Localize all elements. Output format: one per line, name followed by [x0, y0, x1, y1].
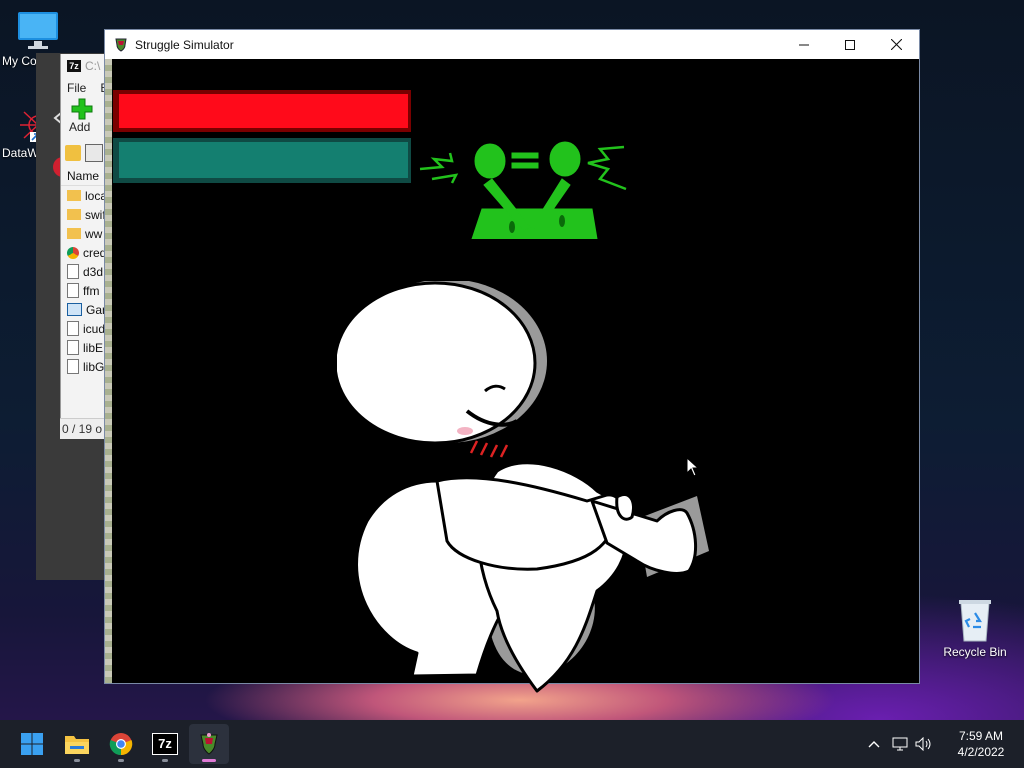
close-button[interactable] — [873, 30, 919, 59]
minimize-icon — [799, 44, 809, 45]
folder-icon — [67, 228, 81, 239]
stamina-bar — [113, 138, 411, 183]
network-icon — [892, 737, 908, 751]
stamina-bar-fill — [119, 142, 408, 178]
system-tray: 7:59 AM 4/2/2022 — [860, 720, 1024, 768]
file-icon — [67, 321, 79, 336]
show-hidden-icons-button[interactable] — [860, 740, 888, 748]
health-bar-fill — [119, 94, 408, 128]
file-name: ww — [85, 226, 103, 241]
recycle-bin-icon — [959, 600, 991, 642]
close-icon — [890, 39, 902, 50]
taskbar-struggle-simulator[interactable] — [189, 724, 229, 764]
clock-time: 7:59 AM — [958, 729, 1004, 743]
add-label: Add — [69, 120, 91, 134]
zip-title-text: C:\ — [85, 59, 101, 73]
dll-file-icon — [67, 340, 79, 355]
file-name: ffm — [83, 283, 100, 298]
file-name: libG — [83, 359, 105, 374]
up-folder-icon[interactable] — [65, 145, 81, 161]
chevron-up-icon — [868, 741, 880, 748]
dll-file-icon — [67, 264, 79, 279]
file-name: d3d — [83, 264, 104, 279]
mouse-cursor-icon — [686, 457, 700, 477]
running-indicator — [118, 759, 124, 762]
file-name: cred — [83, 245, 107, 260]
health-bar — [113, 90, 411, 132]
network-button[interactable] — [888, 737, 912, 751]
player-character-sprite — [337, 281, 709, 693]
dll-file-icon — [67, 359, 79, 374]
running-indicator — [202, 759, 216, 762]
window-edge-strip — [105, 59, 112, 683]
struggle-simulator-app-icon — [115, 38, 127, 52]
running-indicator — [74, 759, 80, 762]
start-icon — [21, 733, 43, 755]
desktop-icon-recycle-bin[interactable]: Recycle Bin — [937, 597, 1013, 659]
game-canvas[interactable] — [112, 59, 919, 693]
volume-icon — [915, 737, 931, 751]
file-name: libE — [83, 340, 104, 355]
taskbar-file-explorer[interactable] — [57, 724, 97, 764]
clock-date: 4/2/2022 — [957, 745, 1005, 759]
chrome-file-icon — [67, 246, 79, 259]
taskbar: 7z 7:59 AM 4/2/2022 — [0, 720, 1024, 768]
folder-icon — [67, 209, 81, 220]
7zip-icon: 7z — [152, 733, 178, 755]
taskbar-7zip[interactable]: 7z — [145, 724, 185, 764]
desktop-icon-label: Recycle Bin — [943, 645, 1007, 659]
view-icon[interactable] — [85, 144, 103, 162]
taskbar-chrome[interactable] — [101, 724, 141, 764]
maximize-icon — [845, 39, 855, 50]
7zip-app-icon: 7z — [67, 60, 81, 72]
game-window-title: Struggle Simulator — [135, 37, 234, 52]
running-indicator — [162, 759, 168, 762]
minimize-button[interactable] — [781, 30, 827, 59]
file-explorer-icon — [65, 736, 89, 754]
monitor-icon — [18, 12, 58, 49]
game-window[interactable]: Struggle Simulator — [104, 29, 920, 693]
dll-file-icon — [67, 283, 79, 298]
chrome-icon — [109, 733, 133, 756]
maximize-button[interactable] — [827, 30, 873, 59]
exe-file-icon — [67, 303, 82, 316]
start-button[interactable] — [12, 724, 52, 764]
volume-button[interactable] — [912, 737, 936, 751]
menu-file[interactable]: File — [67, 81, 86, 95]
file-name: swif — [85, 207, 106, 222]
struggle-simulator-icon — [200, 733, 218, 755]
folder-icon — [67, 190, 81, 201]
clock[interactable]: 7:59 AM 4/2/2022 — [946, 728, 1016, 760]
struggle-indicator-icon — [419, 141, 627, 239]
plus-icon — [71, 98, 93, 120]
game-titlebar[interactable]: Struggle Simulator — [105, 30, 919, 59]
file-name: icud — [83, 321, 106, 336]
column-header-label: Name — [67, 168, 100, 183]
